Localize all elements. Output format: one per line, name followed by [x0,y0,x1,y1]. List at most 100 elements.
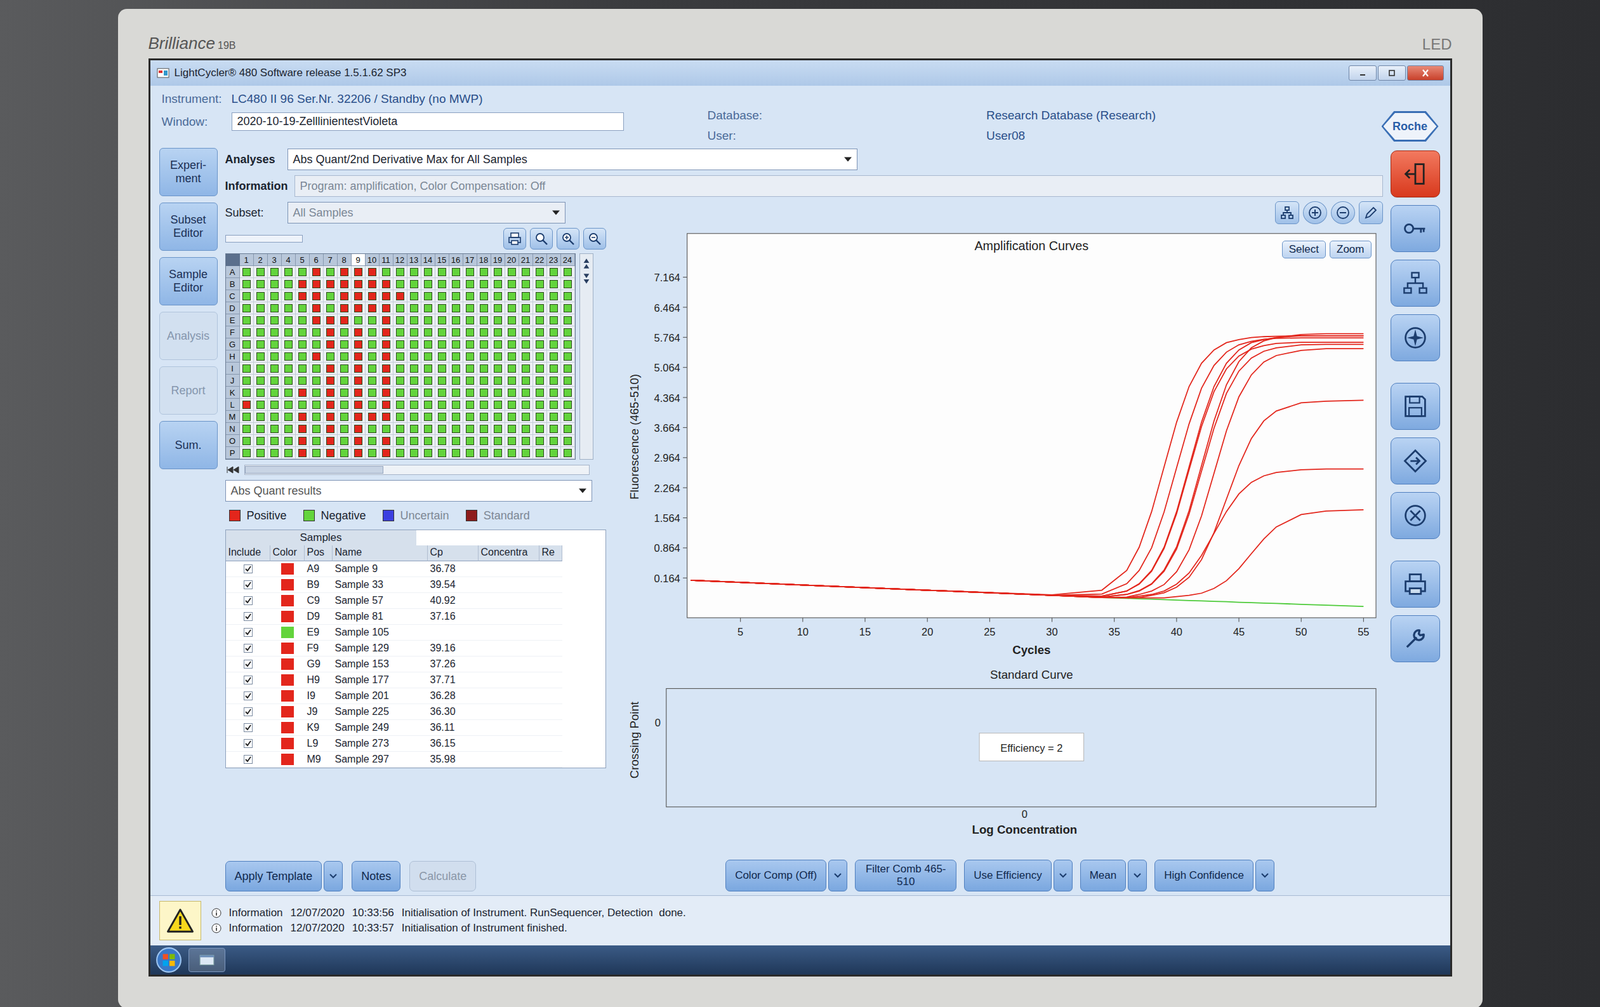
plate-well[interactable] [477,302,492,315]
plate-well[interactable] [435,422,450,435]
plate-well[interactable] [253,350,268,363]
plate-well[interactable] [477,434,492,447]
plate-well[interactable] [491,326,506,339]
plate-well[interactable] [323,302,338,315]
minimize-button[interactable] [1348,65,1377,81]
plate-well[interactable] [337,386,352,399]
include-checkbox[interactable] [225,672,271,688]
plate-well[interactable] [533,410,548,423]
plate-well[interactable] [295,410,310,423]
plate-scroll-handle[interactable] [225,234,303,243]
plate-well[interactable] [365,265,380,278]
plate-well[interactable] [365,410,380,423]
plate-well[interactable] [519,350,534,363]
plate-well[interactable] [295,350,310,363]
include-checkbox[interactable] [225,592,271,609]
plate-well[interactable] [463,265,478,278]
chart-option-dropdown[interactable] [1127,859,1147,892]
column-header[interactable]: Include [225,545,271,562]
plate-row-header[interactable]: C [225,290,240,303]
include-checkbox[interactable] [225,561,271,577]
plate-well[interactable] [533,446,548,459]
plate-well[interactable] [309,434,324,447]
plate-well[interactable] [351,398,366,411]
plate-well[interactable] [239,374,254,387]
include-checkbox[interactable] [225,687,271,704]
plate-well[interactable] [547,422,562,435]
plate-well[interactable] [281,446,296,459]
plate-well[interactable] [379,446,394,459]
plate-well[interactable] [533,338,548,351]
plate-well[interactable] [309,374,324,387]
plate-well[interactable] [505,350,520,363]
plate-well[interactable] [393,326,408,339]
plate-well[interactable] [491,338,506,351]
plate-well[interactable] [393,446,408,459]
plate-well[interactable] [519,386,534,399]
column-header[interactable]: Cp [427,545,479,562]
plate-column-header[interactable]: 13 [407,253,422,266]
plate-well[interactable] [323,290,338,303]
plate-well[interactable] [519,362,534,375]
plate-well[interactable] [253,434,268,447]
plate-well[interactable] [449,277,464,291]
plate-well[interactable] [407,265,422,278]
plate-well[interactable] [365,350,380,363]
plate-well[interactable] [379,338,394,351]
plate-well[interactable] [463,277,478,291]
plate-well[interactable] [295,446,310,459]
plate-row-header[interactable]: K [225,386,240,399]
plate-well[interactable] [421,434,436,447]
plate-well[interactable] [463,446,478,459]
plate-column-header[interactable]: 21 [519,253,534,266]
plate-column-header[interactable]: 6 [309,253,324,266]
plate-well[interactable] [267,386,282,399]
plate-well[interactable] [351,422,366,435]
subset-dropdown[interactable]: All Samples [287,201,566,224]
plate-zoom-out-button[interactable] [583,227,607,250]
amplification-curve[interactable] [690,469,1364,598]
amplification-curve[interactable] [690,337,1364,595]
plate-well[interactable] [463,338,478,351]
plate-well[interactable] [323,362,338,375]
plate-well[interactable] [365,314,380,327]
plate-zoom-in-button[interactable] [556,227,580,250]
plate-well[interactable] [253,446,268,459]
plate-well[interactable] [393,350,408,363]
plate-well[interactable] [533,386,548,399]
plate-well[interactable] [421,326,436,339]
plate-well[interactable] [281,386,296,399]
plate-well[interactable] [477,350,492,363]
plate-well[interactable] [379,277,394,291]
plate-well[interactable] [491,398,506,411]
plate-well[interactable] [491,374,506,387]
plate-well[interactable] [253,290,268,303]
plate-well[interactable] [421,314,436,327]
plate-column-header[interactable]: 16 [449,253,464,266]
plate-well[interactable] [323,338,338,351]
plate-well[interactable] [295,290,310,303]
plate-zoom-button[interactable] [529,227,553,250]
plate-well[interactable] [449,434,464,447]
plate-well[interactable] [533,362,548,375]
plate-well[interactable] [281,290,296,303]
plate-well[interactable] [351,386,366,399]
sidebar-item[interactable]: Sum. [159,420,218,470]
plate-well[interactable] [505,265,520,278]
plate-well[interactable] [239,290,254,303]
plate-well[interactable] [519,410,534,423]
plate-well[interactable] [491,386,506,399]
plate-well[interactable] [561,302,576,315]
plate-well[interactable] [547,398,562,411]
plate-well[interactable] [239,386,254,399]
plate-well[interactable] [547,446,562,459]
plate-well[interactable] [547,434,562,447]
plate-well[interactable] [365,302,380,315]
plate-well[interactable] [351,350,366,363]
plate-well[interactable] [393,314,408,327]
plate-well[interactable] [463,374,478,387]
plate-row-header[interactable]: P [225,446,240,459]
plate-well[interactable] [435,446,450,459]
plate-well[interactable] [379,410,394,423]
plate-well[interactable] [379,314,394,327]
